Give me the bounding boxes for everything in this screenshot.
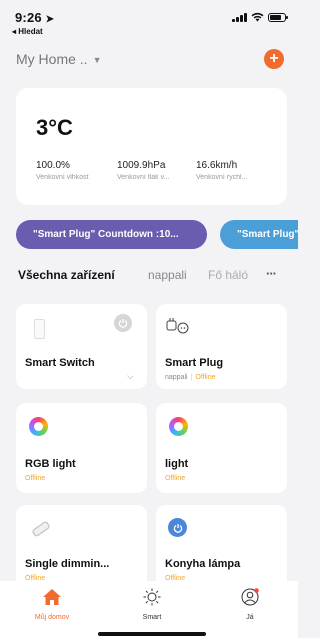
wifi-icon <box>251 12 264 22</box>
device-name: Smart Switch <box>25 357 95 369</box>
device-name: RGB light <box>25 458 76 470</box>
pressure-stat: 1009.9hPa Venkovní tlak v... <box>117 160 193 181</box>
tab-label: Můj domov <box>34 614 70 621</box>
tab-smart[interactable]: Smart <box>117 588 187 621</box>
home-title: My Home .. <box>16 51 88 67</box>
bottom-tab-bar: Můj domov Smart Já <box>0 581 298 638</box>
tab-all-devices[interactable]: Všechna zařízení <box>18 268 115 282</box>
weather-card[interactable]: 3°C 100.0% Venkovní vlhkost 1009.9hPa Ve… <box>16 88 287 205</box>
tab-my-home[interactable]: Můj domov <box>17 588 87 621</box>
power-icon <box>173 523 182 533</box>
device-card-rgb-light[interactable]: RGB light Offline <box>16 403 147 493</box>
tab-label: Smart <box>142 614 162 621</box>
pressure-value: 1009.9hPa <box>117 160 166 171</box>
signal-icon <box>232 12 247 22</box>
tab-me[interactable]: Já <box>215 588 285 621</box>
scene-countdown-button[interactable]: "Smart Plug" Countdown :10... <box>16 220 207 249</box>
humidity-value: 100.0% <box>36 160 70 171</box>
rgb-bulb-icon <box>29 417 48 436</box>
expand-chevron-icon[interactable]: ⌵ <box>127 371 134 382</box>
temperature: 3°C <box>36 115 73 140</box>
status-bar: 9:26 ➤ ◂ Hledat <box>0 0 298 40</box>
sun-icon <box>143 588 161 606</box>
device-name: light <box>165 458 189 470</box>
humidity-stat: 100.0% Venkovní vlhkost <box>36 160 116 181</box>
time-text: 9:26 <box>15 10 42 25</box>
status-time: 9:26 ➤ <box>15 10 54 25</box>
plug-icon <box>166 318 189 334</box>
power-button[interactable] <box>114 314 132 332</box>
device-status: Offline <box>25 475 46 482</box>
tab-fo-halo[interactable]: Fő háló <box>208 268 248 282</box>
device-name: Smart Plug <box>165 357 224 369</box>
device-status: Offline <box>165 475 186 482</box>
wind-label: Venkovní rychl... <box>196 174 248 181</box>
device-status: Offline <box>195 374 216 381</box>
rgb-bulb-icon <box>169 417 188 436</box>
battery-icon <box>268 12 288 22</box>
location-arrow-icon: ➤ <box>45 14 55 25</box>
more-rooms-button[interactable]: ··· <box>266 266 277 281</box>
device-card-light[interactable]: light Offline <box>156 403 287 493</box>
user-icon <box>241 588 259 606</box>
power-button[interactable] <box>168 518 187 537</box>
back-to-app-link[interactable]: ◂ Hledat <box>12 27 43 36</box>
device-room: nappali <box>165 374 188 381</box>
wind-stat: 16.6km/h Venkovní rychl... <box>196 160 276 181</box>
switch-icon <box>34 319 45 339</box>
device-card-smart-switch[interactable]: Smart Switch ⌵ <box>16 304 147 389</box>
humidity-label: Venkovní vlhkost <box>36 174 89 181</box>
chevron-down-icon: ▼ <box>92 55 102 65</box>
home-selector[interactable]: My Home .. ▼ <box>16 51 102 67</box>
separator: | <box>190 374 193 381</box>
device-card-smart-plug[interactable]: Smart Plug nappali | Offline <box>156 304 287 389</box>
dimmer-icon <box>31 520 51 538</box>
tab-label: Já <box>246 614 254 621</box>
wind-value: 16.6km/h <box>196 160 238 171</box>
pressure-label: Venkovní tlak v... <box>117 174 170 181</box>
home-indicator <box>98 632 206 636</box>
tab-nappali[interactable]: nappali <box>148 268 187 282</box>
device-meta: nappali | Offline <box>165 374 216 381</box>
device-name: Single dimmin... <box>25 558 110 570</box>
device-name: Konyha lámpa <box>165 558 241 570</box>
room-tabs: Všechna zařízení nappali Fő háló ··· <box>18 266 298 288</box>
scene-smart-plug-button[interactable]: "Smart Plug" <box>220 220 298 249</box>
status-icons <box>232 12 288 22</box>
add-device-button[interactable]: + <box>264 49 284 69</box>
home-icon <box>43 589 61 605</box>
power-icon <box>118 319 128 328</box>
